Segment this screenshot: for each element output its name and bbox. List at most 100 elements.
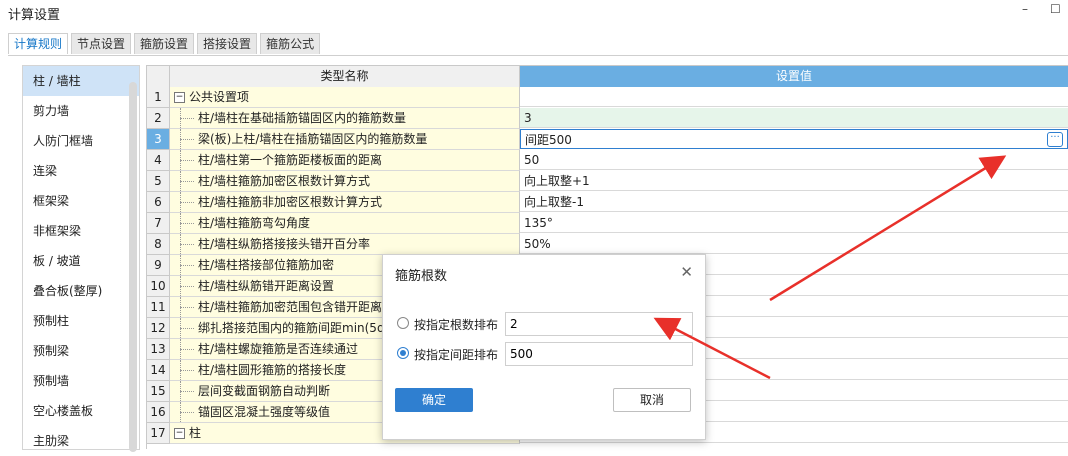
sidebar-item[interactable]: 预制柱 — [23, 306, 139, 336]
row-number: 12 — [147, 318, 170, 339]
row-name-cell: 梁(板)上柱/墙柱在插筋锚固区内的箍筋数量 — [170, 129, 520, 150]
row-number: 14 — [147, 360, 170, 381]
window-title: 计算设置 — [8, 8, 61, 23]
option-by-count[interactable]: 按指定根数排布 — [397, 312, 697, 336]
cancel-button[interactable]: 取消 — [613, 388, 691, 412]
row-name: 柱/墙柱第一个箍筋距楼板面的距离 — [198, 153, 383, 167]
row-name: 锚固区混凝土强度等级值 — [198, 405, 331, 419]
row-number: 8 — [147, 234, 170, 255]
tab-node-settings[interactable]: 节点设置 — [71, 33, 132, 54]
option-by-spacing[interactable]: 按指定间距排布 — [397, 342, 697, 366]
tree-line — [170, 150, 198, 170]
table-row[interactable]: 6 柱/墙柱箍筋非加密区根数计算方式 向上取整-1 — [147, 192, 1068, 213]
tree-line — [170, 402, 198, 422]
sidebar-item[interactable]: 主肋梁 — [23, 426, 139, 456]
row-name-cell: 柱/墙柱在基础插筋锚固区内的箍筋数量 — [170, 108, 520, 129]
row-number: 6 — [147, 192, 170, 213]
row-name-cell: 柱/墙柱纵筋搭接接头错开百分率 — [170, 234, 520, 255]
tab-stirrup-formula[interactable]: 箍筋公式 — [260, 33, 321, 54]
tree-line — [170, 255, 198, 275]
count-input[interactable] — [505, 312, 693, 336]
row-name: 柱 — [189, 426, 202, 440]
tree-line — [170, 318, 198, 338]
row-number: 1 — [147, 87, 170, 108]
row-number: 15 — [147, 381, 170, 402]
tab-content-border — [8, 55, 1068, 56]
radio-by-count[interactable] — [397, 317, 409, 329]
collapse-icon[interactable]: − — [174, 428, 185, 439]
row-value-editing[interactable]: 间距500 ··· — [520, 129, 1068, 149]
row-number: 16 — [147, 402, 170, 423]
column-header-value: 设置值 — [520, 66, 1068, 88]
ellipsis-icon[interactable]: ··· — [1047, 132, 1063, 147]
tree-line — [170, 234, 198, 254]
row-value[interactable]: 50% — [520, 234, 1068, 254]
row-number: 9 — [147, 255, 170, 276]
table-row[interactable]: 5 柱/墙柱箍筋加密区根数计算方式 向上取整+1 — [147, 171, 1068, 192]
minimize-icon[interactable]: – — [1022, 2, 1028, 16]
row-value[interactable] — [520, 87, 1068, 107]
row-name: 柱/墙柱箍筋弯勾角度 — [198, 216, 311, 230]
row-value: 间距500 — [525, 133, 572, 147]
tree-line — [170, 192, 198, 212]
row-number: 11 — [147, 297, 170, 318]
tab-calc-rules[interactable]: 计算规则 — [8, 33, 69, 54]
sidebar-item[interactable]: 预制梁 — [23, 336, 139, 366]
table-row[interactable]: 4 柱/墙柱第一个箍筋距楼板面的距离 50 — [147, 150, 1068, 171]
sidebar-item[interactable]: 预制墙 — [23, 366, 139, 396]
grid-header: 类型名称 设置值 — [147, 66, 1068, 88]
row-number: 7 — [147, 213, 170, 234]
radio-by-spacing[interactable] — [397, 347, 409, 359]
row-number: 10 — [147, 276, 170, 297]
table-row[interactable]: 8 柱/墙柱纵筋搭接接头错开百分率 50% — [147, 234, 1068, 255]
maximize-icon[interactable]: ☐ — [1050, 2, 1061, 16]
stirrup-count-dialog: 箍筋根数 ✕ 按指定根数排布 按指定间距排布 确定 取消 — [382, 254, 706, 440]
table-row[interactable]: 1 − 公共设置项 — [147, 87, 1068, 108]
sidebar-item[interactable]: 剪力墙 — [23, 96, 139, 126]
tree-line — [170, 129, 198, 149]
table-row[interactable]: 2 柱/墙柱在基础插筋锚固区内的箍筋数量 3 — [147, 108, 1068, 129]
component-sidebar: 柱 / 墙柱 剪力墙 人防门框墙 连梁 框架梁 非框架梁 板 / 坡道 叠合板(… — [22, 65, 140, 452]
row-name: 梁(板)上柱/墙柱在插筋锚固区内的箍筋数量 — [198, 132, 428, 146]
row-value[interactable]: 3 — [520, 108, 1068, 128]
sidebar-scrollbar[interactable] — [129, 82, 137, 452]
row-value[interactable]: 向上取整-1 — [520, 192, 1068, 212]
dialog-title: 箍筋根数 — [395, 269, 448, 284]
row-name-cell: 柱/墙柱第一个箍筋距楼板面的距离 — [170, 150, 520, 171]
row-number: 3 — [147, 129, 170, 150]
sidebar-item[interactable]: 柱 / 墙柱 — [23, 66, 139, 96]
row-name: 层间变截面钢筋自动判断 — [198, 384, 331, 398]
row-number: 13 — [147, 339, 170, 360]
tree-line — [170, 213, 198, 233]
sidebar-item[interactable]: 空心楼盖板 — [23, 396, 139, 426]
row-value[interactable]: 向上取整+1 — [520, 171, 1068, 191]
spacing-input[interactable] — [505, 342, 693, 366]
sidebar-item[interactable]: 连梁 — [23, 156, 139, 186]
sidebar-item[interactable]: 框架梁 — [23, 186, 139, 216]
row-name: 柱/墙柱圆形箍筋的搭接长度 — [198, 363, 347, 377]
close-icon[interactable]: ✕ — [680, 263, 693, 281]
sidebar-item[interactable]: 非框架梁 — [23, 216, 139, 246]
table-row[interactable]: 3 梁(板)上柱/墙柱在插筋锚固区内的箍筋数量 间距500 ··· — [147, 129, 1068, 150]
sidebar-item[interactable]: 人防门框墙 — [23, 126, 139, 156]
row-name: 柱/墙柱螺旋箍筋是否连续通过 — [198, 342, 359, 356]
tree-line — [170, 108, 198, 128]
row-name: 柱/墙柱在基础插筋锚固区内的箍筋数量 — [198, 111, 407, 125]
option-by-spacing-label: 按指定间距排布 — [414, 348, 499, 362]
tree-line — [170, 360, 198, 380]
row-name-cell: 柱/墙柱箍筋弯勾角度 — [170, 213, 520, 234]
row-name: 柱/墙柱搭接部位箍筋加密 — [198, 258, 335, 272]
row-value[interactable]: 50 — [520, 150, 1068, 170]
row-name: 公共设置项 — [189, 90, 250, 104]
sidebar-item[interactable]: 板 / 坡道 — [23, 246, 139, 276]
row-name: 柱/墙柱纵筋搭接接头错开百分率 — [198, 237, 371, 251]
tree-line — [170, 276, 198, 296]
ok-button[interactable]: 确定 — [395, 388, 473, 412]
tab-bar: 计算规则 节点设置 箍筋设置 搭接设置 箍筋公式 — [8, 33, 323, 55]
table-row[interactable]: 7 柱/墙柱箍筋弯勾角度 135° — [147, 213, 1068, 234]
collapse-icon[interactable]: − — [174, 92, 185, 103]
tab-stirrup-settings[interactable]: 箍筋设置 — [134, 33, 195, 54]
row-value[interactable]: 135° — [520, 213, 1068, 233]
tab-lap-settings[interactable]: 搭接设置 — [197, 33, 258, 54]
sidebar-item[interactable]: 叠合板(整厚) — [23, 276, 139, 306]
